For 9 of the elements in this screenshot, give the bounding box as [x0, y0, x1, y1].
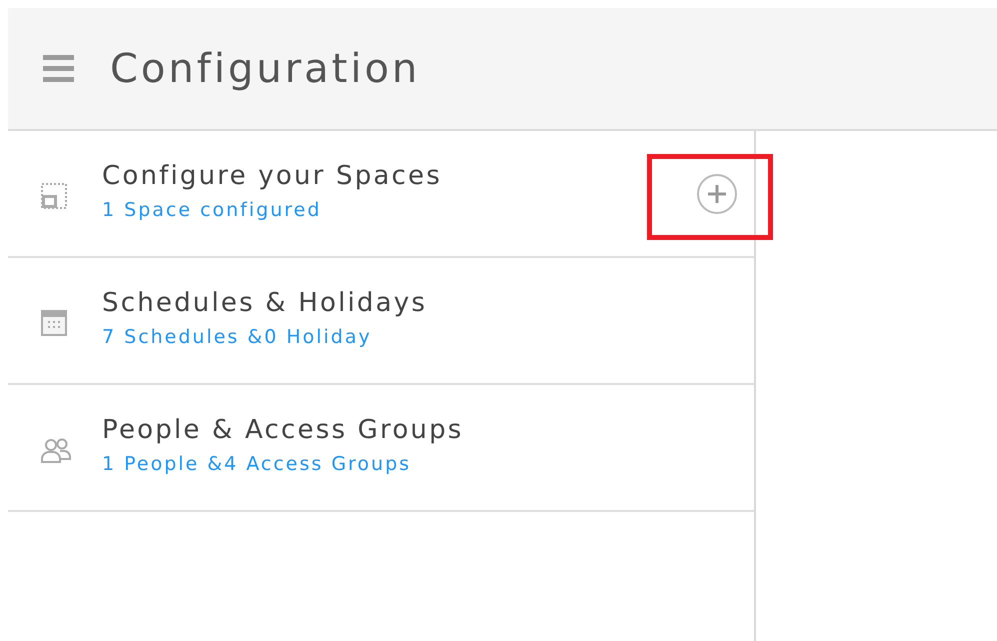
menu-icon[interactable]: [43, 55, 74, 82]
people-icon: [41, 436, 71, 462]
space-icon: [41, 182, 67, 208]
item-title[interactable]: Configure your Spaces: [102, 160, 696, 190]
calendar-icon: [41, 310, 67, 336]
add-button[interactable]: [696, 172, 738, 214]
page-title: Configuration: [110, 46, 420, 92]
item-title[interactable]: Schedules & Holidays: [102, 288, 754, 318]
item-title[interactable]: People & Access Groups: [102, 414, 754, 444]
